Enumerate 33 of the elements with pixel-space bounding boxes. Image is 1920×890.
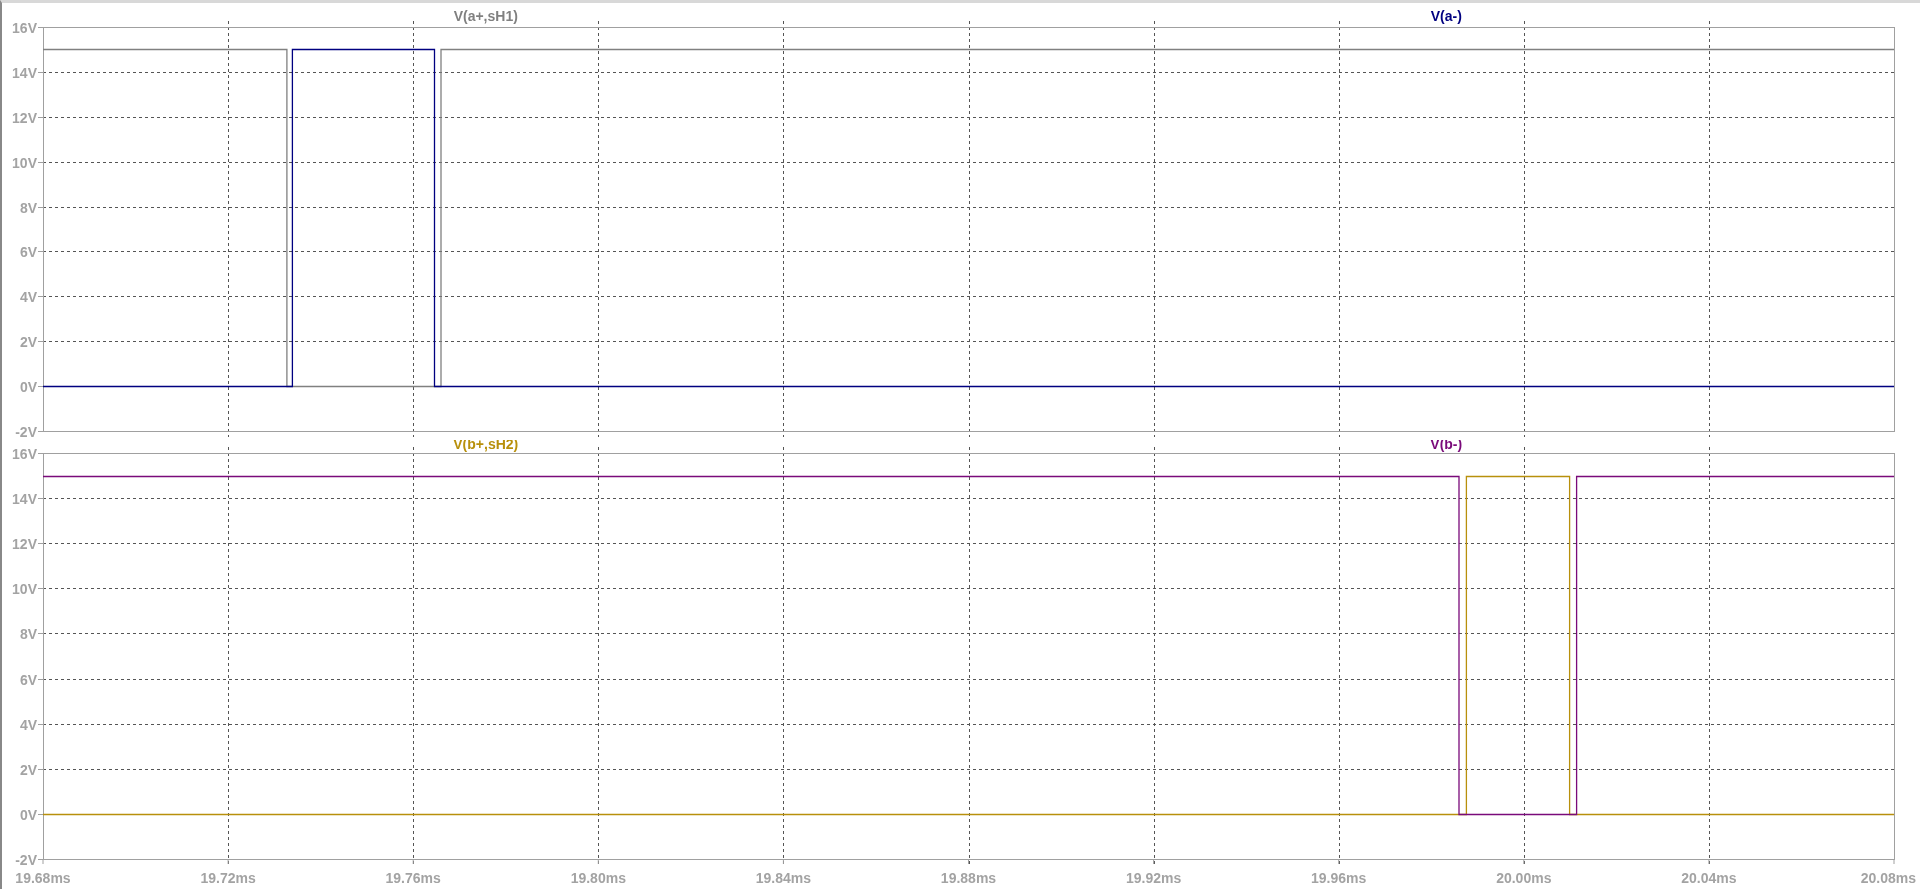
x-axis-label: 19.84ms xyxy=(755,870,812,886)
y-axis-label: 0V xyxy=(19,378,37,395)
y-axis-label: 2V xyxy=(19,333,37,350)
y-axis-label: 12V xyxy=(12,535,37,552)
x-axis-label: 20.04ms xyxy=(1681,870,1737,886)
y-axis-label: 8V xyxy=(19,199,37,216)
y-axis-label: 2V xyxy=(19,761,37,778)
x-axis-label: 19.72ms xyxy=(200,870,256,886)
x-axis-label: 19.96ms xyxy=(1311,870,1367,886)
x-axis-label: 20.08ms xyxy=(1860,870,1916,886)
y-axis-label: 0V xyxy=(19,806,37,823)
x-axis-label: 20.00ms xyxy=(1496,870,1552,886)
y-axis-label: 16V xyxy=(12,445,37,462)
y-axis-label: 16V xyxy=(12,19,37,36)
y-axis-label: 6V xyxy=(19,671,37,688)
x-axis-label: 19.68ms xyxy=(15,870,71,886)
y-axis-label: 14V xyxy=(12,64,37,81)
y-axis-label: 4V xyxy=(19,288,37,305)
trace-label[interactable]: V(a-) xyxy=(1430,8,1462,24)
x-axis-label: 19.76ms xyxy=(385,870,441,886)
y-axis-label: 14V xyxy=(12,490,37,507)
x-axis-label: 19.92ms xyxy=(1125,870,1182,886)
x-axis-label: 19.88ms xyxy=(940,870,997,886)
y-axis-label: 8V xyxy=(19,625,37,642)
y-axis-label: 4V xyxy=(19,716,37,733)
y-axis-label: 12V xyxy=(12,109,37,126)
y-axis-label: 6V xyxy=(19,243,37,260)
x-axis-label: 19.80ms xyxy=(570,870,626,886)
trace-label[interactable]: V(a+,sH1) xyxy=(453,8,518,24)
y-axis-label: -2V xyxy=(15,423,37,440)
y-axis-label: 10V xyxy=(12,154,37,171)
y-axis-label: 10V xyxy=(12,580,37,597)
y-axis-label: -2V xyxy=(15,851,37,868)
